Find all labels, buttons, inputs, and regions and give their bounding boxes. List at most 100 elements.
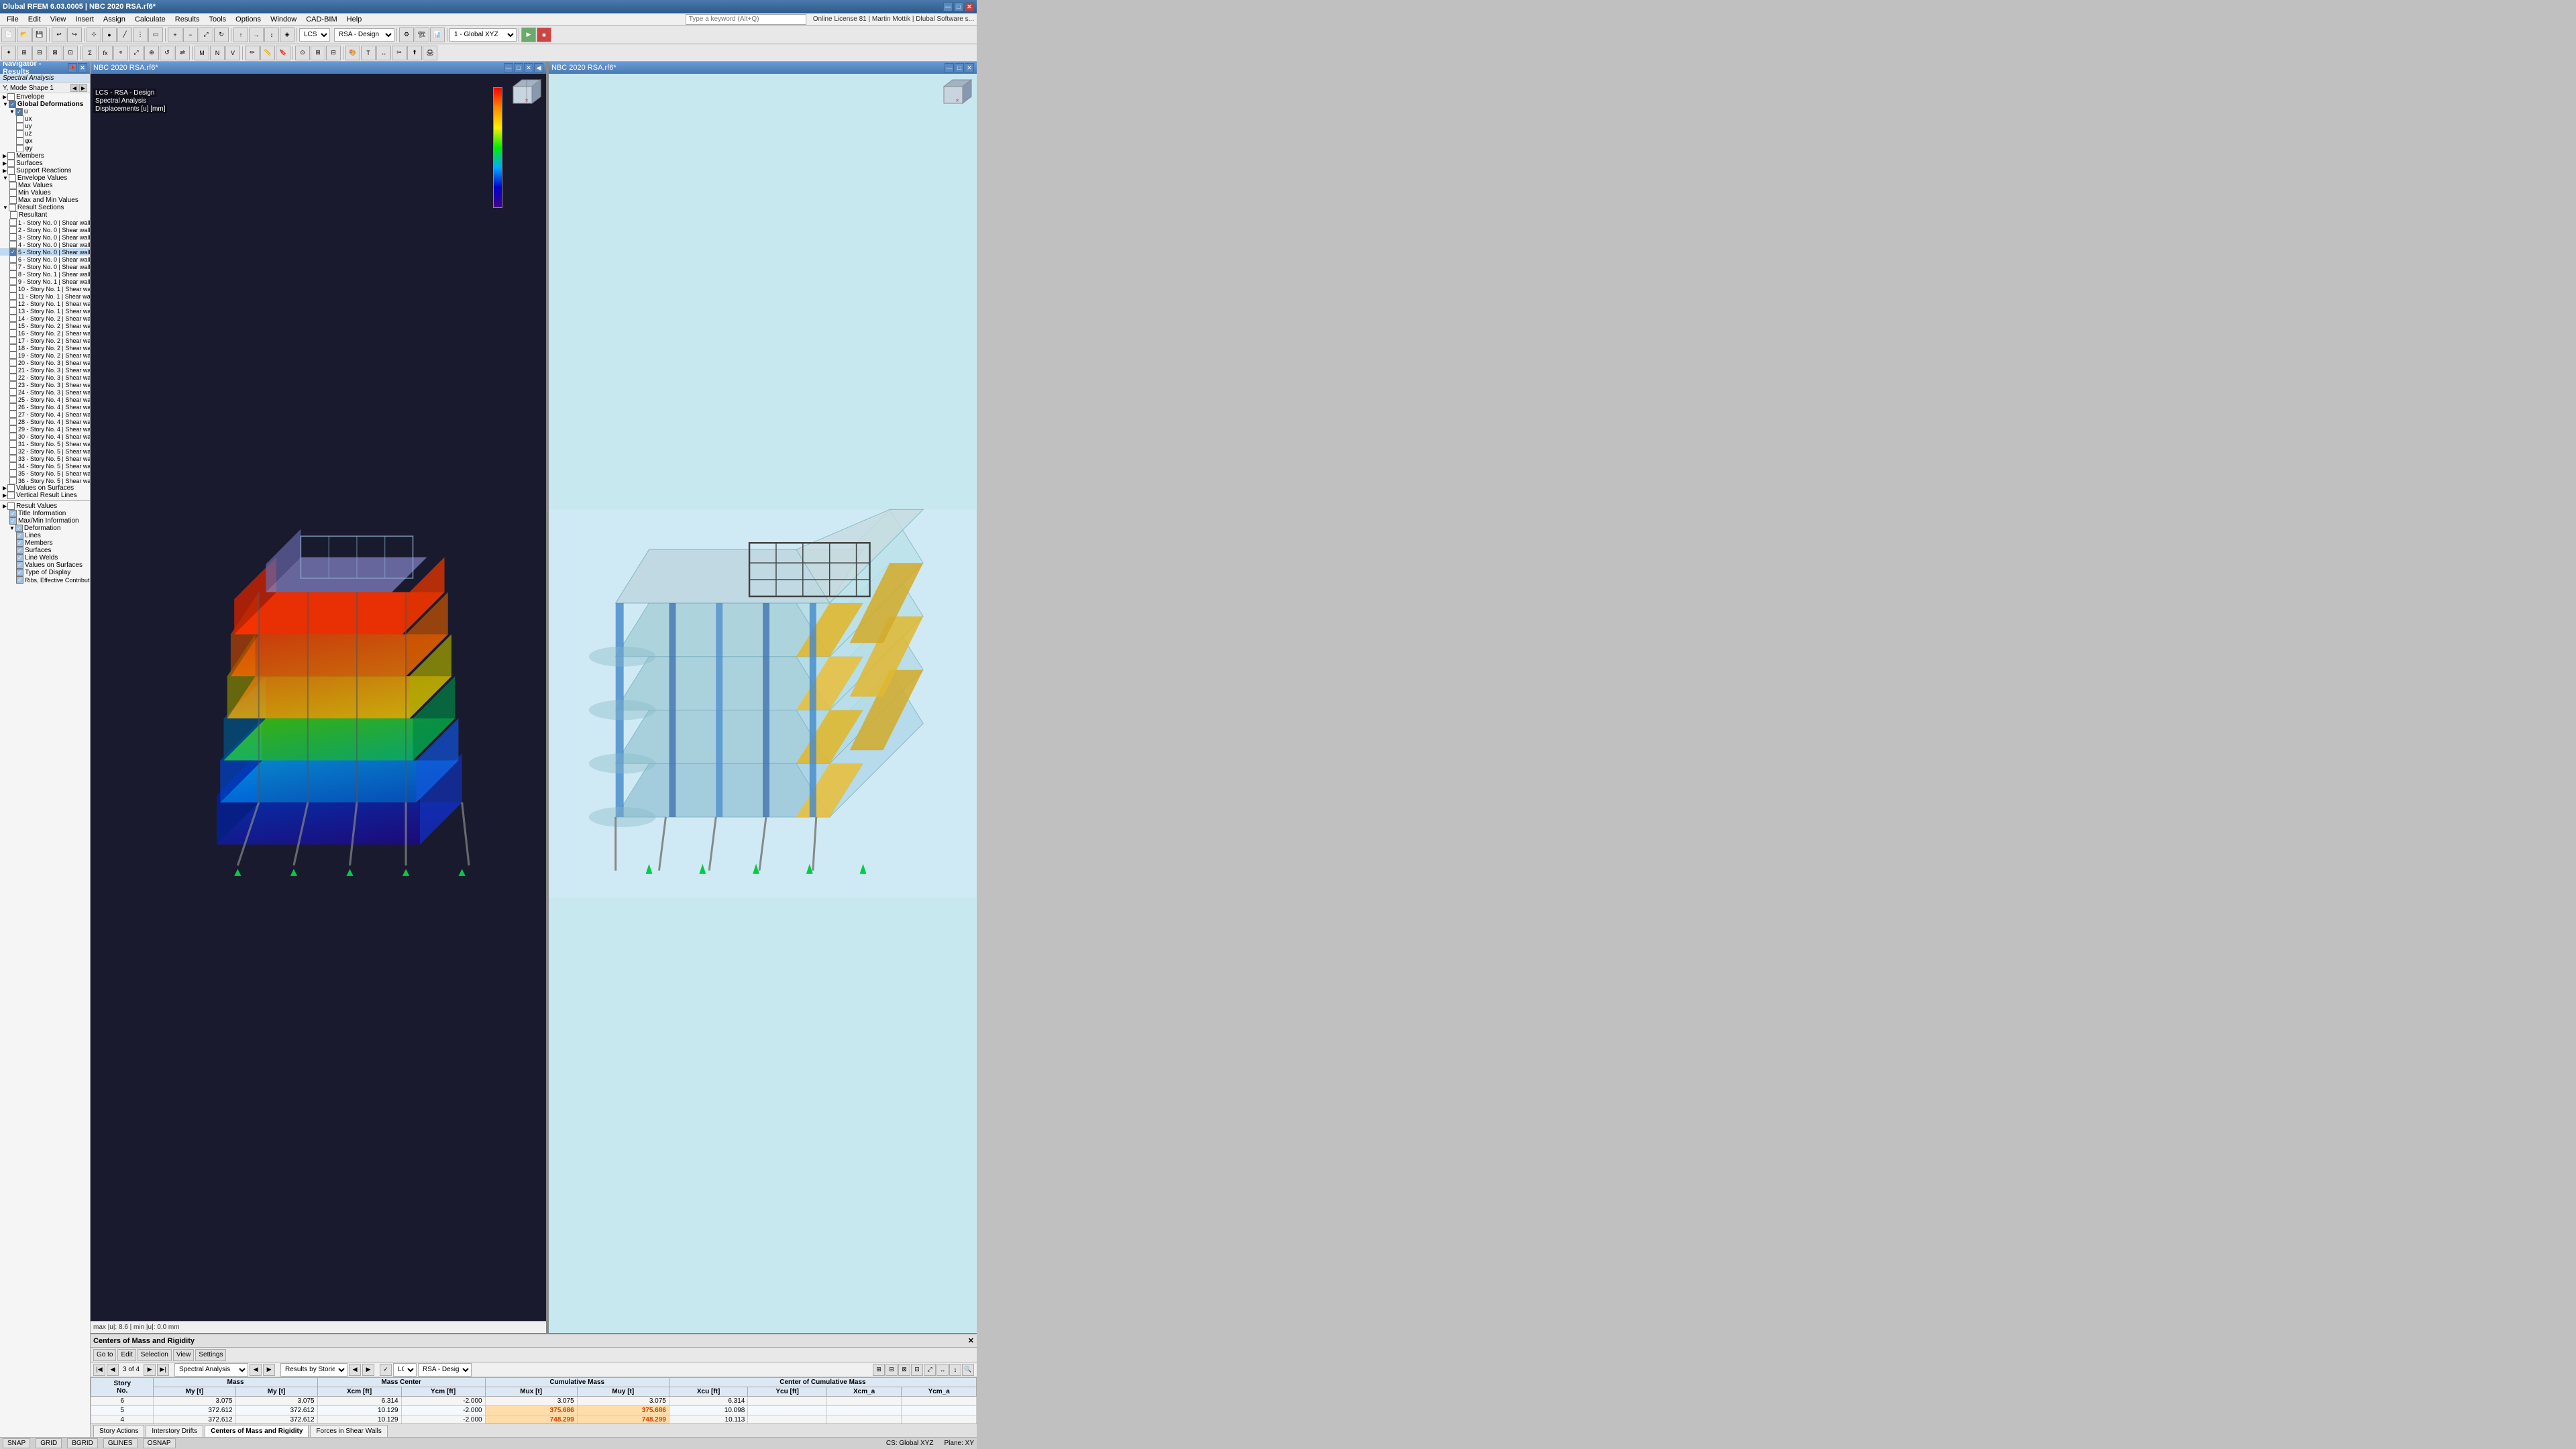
rsa-design-dropdown[interactable]: RSA - Design [334, 28, 394, 42]
nav-min-values-checkbox[interactable] [9, 189, 17, 197]
nav-deformation-checkbox[interactable]: ✓ [15, 525, 23, 532]
nav-min-values[interactable]: Min Values [0, 189, 90, 197]
nav-envelope[interactable]: ▶ Envelope [0, 93, 90, 101]
data-table-container[interactable]: StoryNo. Mass Mass Center Cumulative Mas… [91, 1377, 977, 1424]
select-button[interactable]: ⊹ [87, 28, 101, 42]
nav-members2-checkbox[interactable]: ✓ [16, 539, 23, 547]
nav-rs25-checkbox[interactable] [9, 396, 17, 403]
nav-uy[interactable]: uy [0, 123, 90, 130]
menu-tools[interactable]: Tools [205, 15, 230, 24]
bp-nav-first[interactable]: |◀ [93, 1364, 105, 1376]
t2-filter3[interactable]: ⌖ [113, 46, 128, 60]
nav-ux[interactable]: ux [0, 115, 90, 123]
nav-phix[interactable]: φx [0, 138, 90, 145]
nav-result-values-checkbox[interactable] [7, 502, 15, 510]
nav-max-values[interactable]: Max Values [0, 182, 90, 189]
view-right-close[interactable]: ✕ [965, 63, 974, 72]
nav-rs1-checkbox[interactable] [9, 219, 17, 226]
nav-vertical-result-checkbox[interactable] [7, 492, 15, 499]
view-left-close[interactable]: ✕ [524, 63, 533, 72]
member-button[interactable]: ⋮ [133, 28, 148, 42]
nav-rs-4[interactable]: 4 - Story No. 0 | Shear wall No. 5 [0, 241, 90, 248]
run-button[interactable]: ▶ [521, 28, 536, 42]
bp-settings-btn[interactable]: Settings [195, 1349, 226, 1361]
nav-support-reactions[interactable]: ▶ Support Reactions [0, 167, 90, 174]
nav-rs35-checkbox[interactable] [9, 470, 17, 477]
t2-pen[interactable]: ✏ [245, 46, 260, 60]
bp-sa-next[interactable]: ▶ [263, 1364, 275, 1376]
t2-move[interactable]: ⤢ [129, 46, 144, 60]
nav-rs14-checkbox[interactable] [9, 315, 17, 322]
lcs-dropdown[interactable]: LCS [299, 28, 330, 42]
global-xyz-dropdown[interactable]: 1 - Global XYZ [449, 28, 517, 42]
nav-rs-29[interactable]: 29 - Story No. 4 | Shear wall No. 35 [0, 425, 90, 433]
nav-rs10-checkbox[interactable] [9, 285, 17, 292]
nav-ribs-checkbox[interactable]: ✓ [16, 576, 23, 584]
table-row[interactable]: 4372.612372.61210.129-2.000748.299748.29… [91, 1415, 977, 1424]
model-view-button[interactable]: 🏗 [415, 28, 429, 42]
nav-rs22-checkbox[interactable] [9, 374, 17, 381]
nav-rs21-checkbox[interactable] [9, 366, 17, 374]
menu-window[interactable]: Window [266, 15, 301, 24]
bp-sa-prev[interactable]: ◀ [250, 1364, 262, 1376]
nav-u[interactable]: ▼ ✓ u [0, 108, 90, 115]
t2-measure[interactable]: 📏 [260, 46, 275, 60]
top-view-button[interactable]: ↕ [264, 28, 279, 42]
nav-rs-6[interactable]: 6 - Story No. 0 | Shear wall No. 8 [0, 256, 90, 263]
nav-rs-13[interactable]: 13 - Story No. 1 | Shear wall No. 17 [0, 307, 90, 315]
bp-nav-prev[interactable]: ◀ [107, 1364, 119, 1376]
bp-icon1[interactable]: ⊞ [873, 1364, 885, 1376]
nav-phiy-checkbox[interactable] [16, 145, 23, 152]
t2-print[interactable]: 🖨 [423, 46, 437, 60]
nav-rs-2[interactable]: 2 - Story No. 0 | Shear wall No. 2 [0, 226, 90, 233]
nav-rs-20[interactable]: 20 - Story No. 3 | Shear wall No. 25 [0, 359, 90, 366]
view-right-minimize[interactable]: — [945, 63, 954, 72]
nav-rs-23[interactable]: 23 - Story No. 3 | Shear wall No. 28 [0, 381, 90, 388]
view-left-maximize[interactable]: □ [514, 63, 523, 72]
nav-rs-34[interactable]: 34 - Story No. 5 | Shear wall No. 41 [0, 462, 90, 470]
nav-resultant[interactable]: Resultant [0, 211, 90, 219]
menu-help[interactable]: Help [343, 15, 366, 24]
nav-rs-18[interactable]: 18 - Story No. 2 | Shear wall No. 22 [0, 344, 90, 352]
nav-max-min-values[interactable]: Max and Min Values [0, 197, 90, 204]
t2-copy[interactable]: ⊕ [144, 46, 159, 60]
nav-surfaces2-checkbox[interactable]: ✓ [16, 547, 23, 554]
nav-rs-17[interactable]: 17 - Story No. 2 | Shear wall No. 21 [0, 337, 90, 344]
undo-button[interactable]: ↩ [52, 28, 66, 42]
nav-rs-27[interactable]: 27 - Story No. 4 | Shear wall No. 33 [0, 411, 90, 418]
bp-icon4[interactable]: ⊡ [911, 1364, 923, 1376]
tab-centers-mass[interactable]: Centers of Mass and Rigidity [205, 1425, 309, 1437]
bgrid-button[interactable]: BGRID [67, 1438, 98, 1448]
nav-rs6-checkbox[interactable] [9, 256, 17, 263]
bp-icon8[interactable]: 🔍 [962, 1364, 974, 1376]
menu-options[interactable]: Options [231, 15, 265, 24]
nav-rs28-checkbox[interactable] [9, 418, 17, 425]
bp-lcs-dropdown[interactable]: LCS [393, 1363, 417, 1377]
nav-uz-checkbox[interactable] [16, 130, 23, 138]
iso-view-button[interactable]: ◈ [280, 28, 294, 42]
t2-annotate[interactable]: 🔖 [276, 46, 290, 60]
nav-rs-12[interactable]: 12 - Story No. 1 | Shear wall No. 15 [0, 300, 90, 307]
bp-selection-btn[interactable]: Selection [138, 1349, 172, 1361]
t2-section[interactable]: ✂ [392, 46, 407, 60]
t2-btn4[interactable]: ⊠ [48, 46, 62, 60]
t2-dim[interactable]: ↔ [376, 46, 391, 60]
t2-mirror[interactable]: ⇌ [175, 46, 190, 60]
t2-filter1[interactable]: Ʃ [83, 46, 97, 60]
nav-rs9-checkbox[interactable] [9, 278, 17, 285]
view-left-minimize[interactable]: — [504, 63, 513, 72]
nav-close-button[interactable]: ✕ [78, 63, 87, 72]
bp-icon6[interactable]: ↔ [936, 1364, 949, 1376]
nav-envelope-values-checkbox[interactable] [9, 174, 16, 182]
nav-rs-31[interactable]: 31 - Story No. 5 | Shear wall No. 38 [0, 440, 90, 447]
nav-rs-33[interactable]: 33 - Story No. 5 | Shear wall No. 40 [0, 455, 90, 462]
nav-rs13-checkbox[interactable] [9, 307, 17, 315]
nav-ribs[interactable]: ✓ Ribs, Effective Contribution S... [0, 576, 90, 584]
nav-uz[interactable]: uz [0, 130, 90, 138]
nav-lines-checkbox[interactable]: ✓ [16, 532, 23, 539]
nav-rs4-checkbox[interactable] [9, 241, 17, 248]
nav-result-sections[interactable]: ▼ Result Sections [0, 204, 90, 211]
nav-rs-10[interactable]: 10 - Story No. 1 | Shear wall No. 13 [0, 285, 90, 292]
nav-max-min-checkbox[interactable] [9, 197, 17, 204]
nav-surfaces-checkbox[interactable] [7, 160, 15, 167]
